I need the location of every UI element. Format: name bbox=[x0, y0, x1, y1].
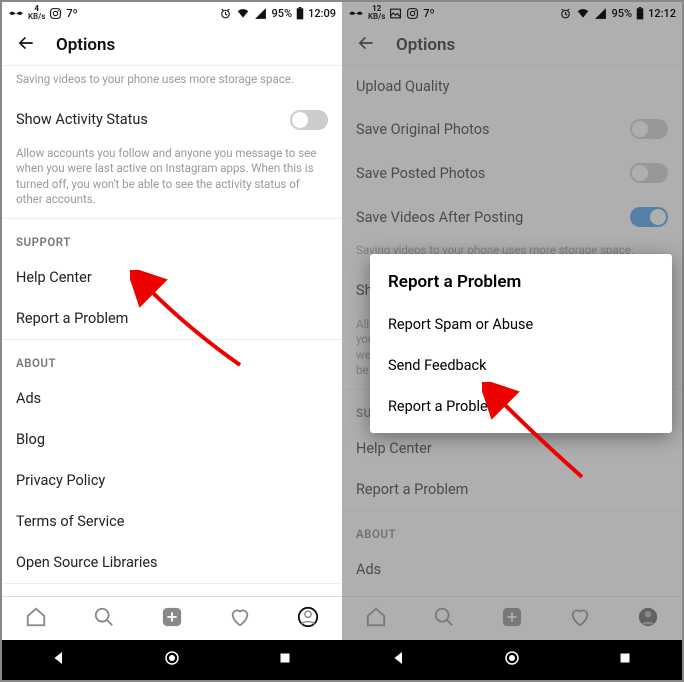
dialog-spam-item[interactable]: Report Spam or Abuse bbox=[370, 304, 672, 345]
dialog-title: Report a Problem bbox=[370, 268, 672, 304]
dialog-report-item[interactable]: Report a Problem bbox=[370, 386, 672, 427]
battery-pct: 95% bbox=[611, 7, 632, 20]
signal-icon bbox=[594, 7, 607, 20]
profile-icon[interactable] bbox=[637, 606, 659, 632]
instagram-icon bbox=[406, 7, 419, 20]
recent-softkey[interactable] bbox=[276, 649, 294, 671]
search-icon[interactable] bbox=[433, 606, 455, 632]
page-title: Options bbox=[56, 35, 115, 55]
clock: 12:12 bbox=[648, 7, 676, 20]
back-softkey[interactable] bbox=[50, 649, 68, 671]
app-bar: Options bbox=[2, 24, 342, 66]
screen-left: 4KB/s 7º 95% 12:09 Options Saving videos… bbox=[2, 2, 342, 680]
opensource-row[interactable]: Open Source Libraries bbox=[2, 542, 342, 583]
recent-softkey[interactable] bbox=[616, 649, 634, 671]
mustache-icon bbox=[8, 9, 24, 17]
instagram-icon bbox=[49, 7, 62, 20]
report-problem-row[interactable]: Report a Problem bbox=[342, 469, 682, 510]
toggle-on[interactable] bbox=[630, 207, 668, 227]
wifi-icon bbox=[236, 6, 250, 20]
save-posted-row[interactable]: Save Posted Photos bbox=[342, 151, 682, 195]
toggle[interactable] bbox=[630, 119, 668, 139]
wifi-icon bbox=[576, 6, 590, 20]
activity-status-row[interactable]: Show Activity Status bbox=[2, 98, 342, 142]
save-videos-row[interactable]: Save Videos After Posting bbox=[342, 195, 682, 239]
ads-row[interactable]: Ads bbox=[342, 549, 682, 590]
dialog-feedback-item[interactable]: Send Feedback bbox=[370, 345, 672, 386]
bottom-nav bbox=[2, 596, 342, 640]
home-softkey[interactable] bbox=[503, 649, 521, 671]
home-softkey[interactable] bbox=[163, 649, 181, 671]
network-speed: 4KB/s bbox=[28, 5, 45, 21]
upload-quality-row[interactable]: Upload Quality bbox=[342, 66, 682, 107]
page-title: Options bbox=[396, 35, 455, 55]
alarm-icon bbox=[559, 7, 572, 20]
help-center-row[interactable]: Help Center bbox=[2, 257, 342, 298]
status-bar: 4KB/s 7º 95% 12:09 bbox=[2, 2, 342, 24]
battery-icon bbox=[296, 7, 304, 20]
row-label: Show Activity Status bbox=[16, 111, 148, 128]
ads-row[interactable]: Ads bbox=[2, 378, 342, 419]
network-speed: 12KB/s bbox=[368, 5, 385, 21]
profile-icon[interactable] bbox=[297, 606, 319, 632]
android-softkeys bbox=[2, 640, 342, 680]
add-icon[interactable] bbox=[161, 606, 183, 632]
android-softkeys bbox=[342, 640, 682, 680]
report-problem-dialog: Report a Problem Report Spam or Abuse Se… bbox=[370, 254, 672, 433]
mustache-icon bbox=[348, 9, 364, 17]
content: Saving videos to your phone uses more st… bbox=[2, 66, 342, 596]
back-icon[interactable] bbox=[356, 33, 376, 57]
back-softkey[interactable] bbox=[390, 649, 408, 671]
app-bar: Options bbox=[342, 24, 682, 66]
report-problem-row[interactable]: Report a Problem bbox=[2, 298, 342, 339]
heart-icon[interactable] bbox=[229, 606, 251, 632]
add-icon[interactable] bbox=[501, 606, 523, 632]
battery-icon bbox=[636, 7, 644, 20]
terms-row[interactable]: Terms of Service bbox=[2, 501, 342, 542]
save-original-row[interactable]: Save Original Photos bbox=[342, 107, 682, 151]
section-about: ABOUT bbox=[2, 339, 342, 378]
home-icon[interactable] bbox=[365, 606, 387, 632]
alarm-icon bbox=[219, 7, 232, 20]
status-bar: 12KB/s 7º 95% 12:12 bbox=[342, 2, 682, 24]
activity-help: Allow accounts you follow and anyone you… bbox=[2, 142, 342, 218]
temperature: 7º bbox=[66, 7, 77, 20]
section-support: SUPPORT bbox=[2, 218, 342, 257]
signal-icon bbox=[254, 7, 267, 20]
clock: 12:09 bbox=[308, 7, 336, 20]
home-icon[interactable] bbox=[25, 606, 47, 632]
bottom-nav bbox=[342, 596, 682, 640]
help-center-row[interactable]: Help Center bbox=[342, 428, 682, 469]
help-text: Saving videos to your phone uses more st… bbox=[2, 66, 342, 98]
battery-pct: 95% bbox=[271, 7, 292, 20]
heart-icon[interactable] bbox=[569, 606, 591, 632]
image-icon bbox=[389, 7, 402, 20]
back-icon[interactable] bbox=[16, 33, 36, 57]
section-about: ABOUT bbox=[342, 510, 682, 549]
toggle[interactable] bbox=[630, 163, 668, 183]
privacy-row[interactable]: Privacy Policy bbox=[2, 460, 342, 501]
screen-right: 12KB/s 7º 95% 12:12 Options Upload Quali… bbox=[342, 2, 682, 680]
clear-search-row[interactable]: Clear Search History bbox=[2, 584, 342, 596]
toggle-off[interactable] bbox=[290, 110, 328, 130]
blog-row[interactable]: Blog bbox=[2, 419, 342, 460]
search-icon[interactable] bbox=[93, 606, 115, 632]
temperature: 7º bbox=[423, 7, 434, 20]
